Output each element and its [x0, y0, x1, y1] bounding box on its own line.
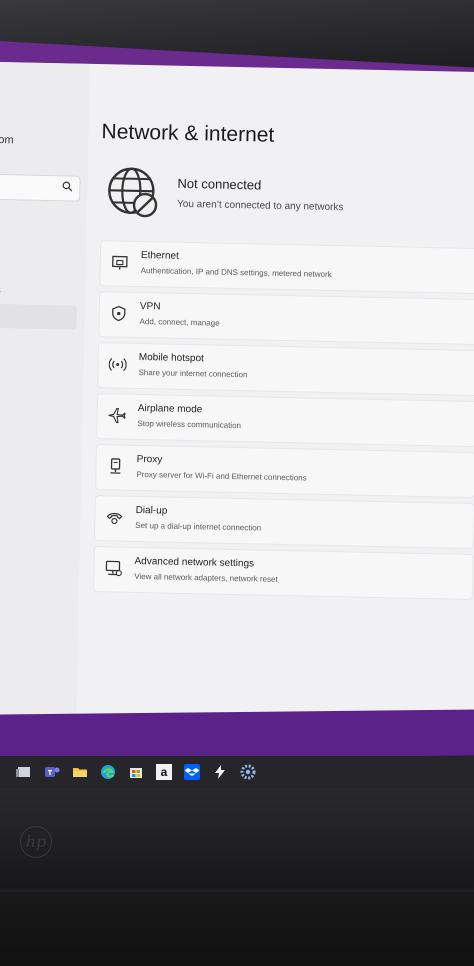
settings-list: Ethernet Authentication, IP and DNS sett…: [92, 240, 474, 605]
file-explorer-icon[interactable]: [72, 764, 88, 780]
settings-item-description: Share your internet connection: [138, 367, 248, 380]
globe-disconnected-icon: [108, 167, 158, 218]
sidebar-item-partial[interactable]: s: [0, 284, 1, 296]
settings-item-description: View all network adapters, network reset: [134, 571, 278, 584]
settings-item-title: Mobile hotspot: [138, 351, 204, 365]
sidebar-item-selected[interactable]: [0, 303, 77, 330]
settings-item-title: Dial-up: [135, 504, 168, 517]
settings-item-title: Airplane mode: [137, 402, 203, 416]
laptop-body: [0, 788, 474, 966]
settings-item-title: Proxy: [136, 453, 163, 466]
settings-item-description: Proxy server for Wi-Fi and Ethernet conn…: [136, 469, 307, 483]
settings-window: om s Network & internet Not connected Yo…: [0, 62, 474, 733]
settings-item-dial-up[interactable]: Dial-up Set up a dial-up internet connec…: [93, 495, 474, 550]
dialup-icon: [106, 512, 123, 525]
sidebar-account-text: om: [0, 133, 14, 147]
settings-item-description: Set up a dial-up internet connection: [135, 520, 262, 533]
dropbox-icon[interactable]: [184, 764, 200, 780]
laptop-hinge: [0, 890, 474, 892]
settings-item-description: Add, connect, manage: [139, 316, 220, 328]
connection-status: Not connected: [177, 175, 262, 193]
airplane-icon: [108, 407, 126, 424]
settings-sidebar: om s: [0, 62, 90, 724]
wallpaper-strip-bottom: [0, 709, 474, 761]
settings-item-description: Authentication, IP and DNS settings, met…: [140, 265, 332, 279]
settings-icon[interactable]: [240, 764, 256, 780]
shield-icon: [112, 305, 126, 322]
page-title: Network & internet: [101, 120, 275, 147]
store-icon[interactable]: [128, 764, 144, 780]
amazon-icon[interactable]: a: [156, 764, 172, 780]
task-view-icon[interactable]: [16, 764, 32, 780]
hotspot-icon: [108, 357, 127, 372]
settings-item-advanced-network[interactable]: Advanced network settings View all netwo…: [92, 546, 474, 601]
taskbar: a: [0, 756, 474, 788]
proxy-icon: [110, 458, 121, 474]
advanced-network-icon: [105, 560, 122, 577]
settings-item-description: Stop wireless communication: [137, 418, 242, 431]
settings-item-vpn[interactable]: VPN Add, connect, manage: [98, 291, 474, 346]
settings-item-proxy[interactable]: Proxy Proxy server for Wi-Fi and Etherne…: [95, 444, 474, 499]
settings-item-mobile-hotspot[interactable]: Mobile hotspot Share your internet conne…: [97, 342, 474, 397]
settings-item-airplane-mode[interactable]: Airplane mode Stop wireless communicatio…: [96, 393, 474, 448]
bolt-icon[interactable]: [212, 764, 228, 780]
settings-item-ethernet[interactable]: Ethernet Authentication, IP and DNS sett…: [99, 240, 474, 295]
settings-item-title: Advanced network settings: [134, 555, 255, 570]
edge-icon[interactable]: [100, 764, 116, 780]
settings-search-input[interactable]: [0, 173, 81, 202]
search-icon: [62, 181, 73, 192]
ethernet-icon: [112, 255, 128, 270]
settings-item-title: VPN: [139, 300, 161, 313]
connection-status-detail: You aren’t connected to any networks: [176, 198, 344, 214]
teams-icon[interactable]: [44, 764, 60, 780]
settings-item-title: Ethernet: [140, 249, 179, 262]
hp-logo: hp: [20, 826, 52, 858]
